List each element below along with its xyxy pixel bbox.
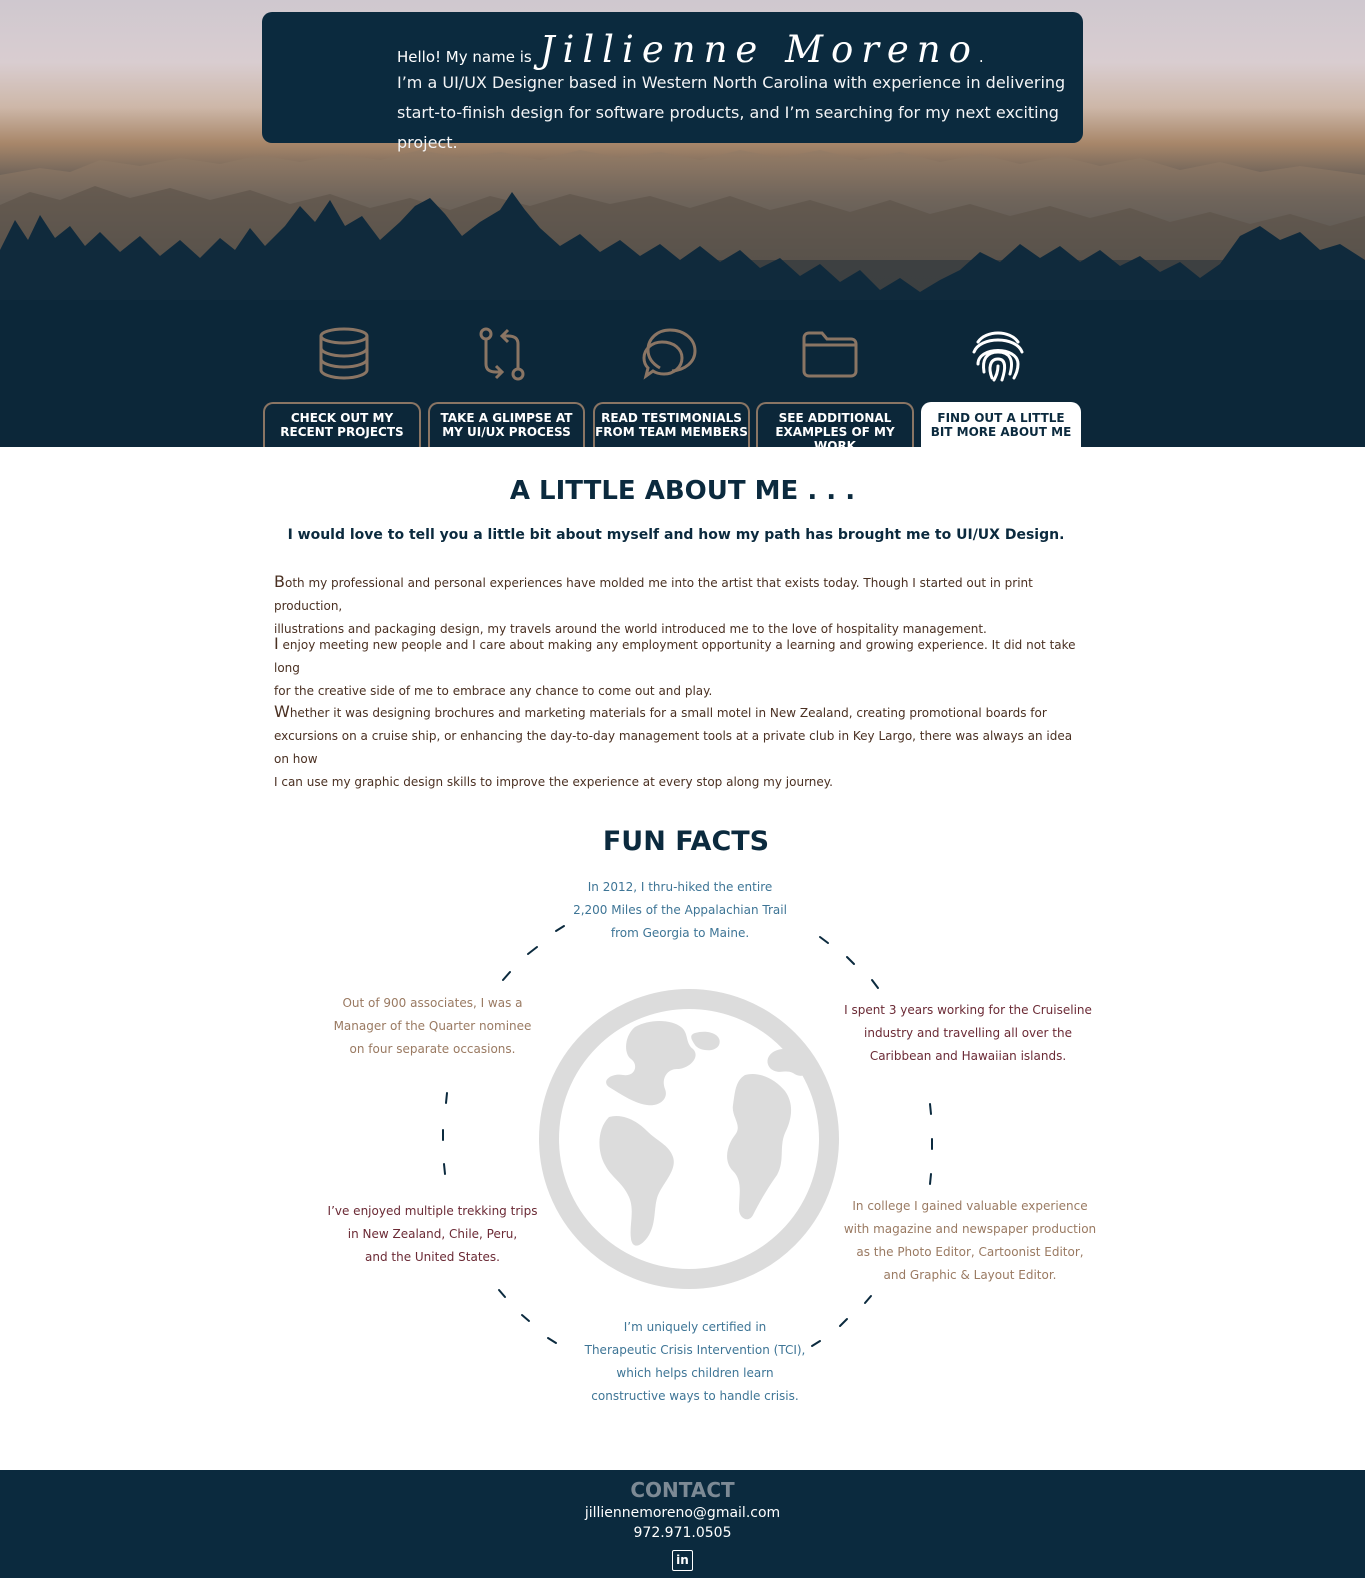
fact-line: Caribbean and Hawaiian islands. <box>869 1049 1067 1063</box>
fun-fact-tci-certification: I’m uniquely certified in Therapeutic Cr… <box>560 1316 830 1408</box>
fact-line: which helps children learn <box>616 1366 774 1380</box>
linkedin-icon[interactable]: in <box>672 1550 693 1571</box>
fact-line: and the United States. <box>365 1250 500 1264</box>
fact-line: I’ve enjoyed multiple trekking trips <box>327 1204 538 1218</box>
fact-line: constructive ways to handle crisis. <box>591 1389 799 1403</box>
contact-phone[interactable]: 972.971.0505 <box>0 1525 1365 1541</box>
fact-line: in New Zealand, Chile, Peru, <box>347 1227 518 1241</box>
fact-line: and Graphic & Layout Editor. <box>883 1268 1057 1282</box>
fun-fact-cruiseline: I spent 3 years working for the Cruiseli… <box>818 999 1118 1068</box>
fact-line: industry and travelling all over the <box>864 1026 1072 1040</box>
fact-line: with magazine and newspaper production <box>843 1222 1097 1236</box>
fact-line: Manager of the Quarter nominee <box>333 1019 532 1033</box>
contact-footer: CONTACT jilliennemoreno@gmail.com 972.97… <box>0 1470 1365 1578</box>
globe-icon <box>539 989 839 1289</box>
fact-line: In 2012, I thru-hiked the entire <box>587 880 773 894</box>
fact-line: Out of 900 associates, I was a <box>342 996 523 1010</box>
fact-line: Therapeutic Crisis Intervention (TCI), <box>584 1343 806 1357</box>
fact-line: In college I gained valuable experience <box>852 1199 1088 1213</box>
fun-fact-manager-nominee: Out of 900 associates, I was a Manager o… <box>300 992 565 1061</box>
fact-line: I’m uniquely certified in <box>623 1320 767 1334</box>
fun-fact-appalachian-trail: In 2012, I thru-hiked the entire 2,200 M… <box>560 876 800 945</box>
fact-line: as the Photo Editor, Cartoonist Editor, <box>856 1245 1084 1259</box>
fun-fact-college-editor: In college I gained valuable experience … <box>820 1195 1120 1287</box>
fact-line: from Georgia to Maine. <box>610 926 750 940</box>
fact-line: I spent 3 years working for the Cruiseli… <box>844 1003 1092 1017</box>
fact-line: on four separate occasions. <box>349 1042 516 1056</box>
contact-email-link[interactable]: jilliennemoreno@gmail.com <box>0 1505 1365 1521</box>
fact-line: 2,200 Miles of the Appalachian Trail <box>573 903 787 917</box>
fun-fact-trekking-trips: I’ve enjoyed multiple trekking trips in … <box>300 1200 565 1269</box>
contact-title: CONTACT <box>630 1478 735 1502</box>
